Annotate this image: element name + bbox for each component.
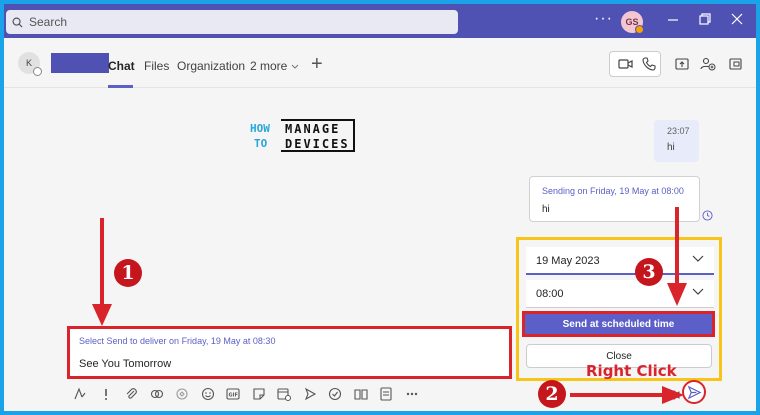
approvals-icon[interactable] [325, 384, 345, 404]
close-window-icon[interactable] [731, 12, 743, 29]
pop-out-icon[interactable] [729, 57, 743, 71]
copilot-icon[interactable] [172, 384, 192, 404]
date-value: 19 May 2023 [536, 255, 600, 267]
teams-window: Search ··· GS K Chat Files Organization … [4, 4, 756, 411]
time-picker[interactable]: 08:00 [526, 280, 714, 308]
important-icon[interactable] [96, 384, 116, 404]
call-button-group [609, 51, 661, 77]
logo-how: HOW [250, 122, 270, 135]
presence-away-icon [635, 25, 644, 34]
schedule-meeting-icon[interactable] [274, 384, 294, 404]
compose-box[interactable]: Select Send to deliver on Friday, 19 May… [67, 326, 512, 379]
tab-active-indicator [108, 85, 133, 88]
video-clip-icon[interactable] [666, 389, 680, 401]
more-apps-icon[interactable] [402, 384, 422, 404]
time-value: 08:00 [536, 288, 564, 300]
title-bar: Search ··· GS [4, 4, 756, 38]
scheduled-message[interactable]: Sending on Friday, 19 May at 08:00 hi [529, 176, 700, 222]
chevron-down-icon [692, 255, 704, 262]
clock-icon [702, 210, 713, 221]
message-text: hi [667, 142, 675, 153]
sent-message[interactable]: 23:07 hi [654, 120, 699, 162]
right-click-label: Right Click [586, 362, 677, 380]
chevron-down-icon [291, 64, 299, 69]
chevron-down-icon [692, 288, 704, 295]
logo-to: TO [254, 137, 268, 150]
send-button[interactable] [682, 380, 706, 404]
logo-devices: DEVICES [285, 137, 350, 151]
send-icon [687, 385, 702, 400]
emoji-icon[interactable] [198, 384, 218, 404]
site-logo: HOW TO MANAGE DEVICES [250, 118, 356, 159]
date-picker[interactable]: 19 May 2023 [526, 247, 714, 275]
tab-more-label: 2 more [250, 59, 288, 73]
minimize-icon[interactable] [667, 12, 679, 29]
presence-offline-icon [33, 67, 42, 76]
format-icon[interactable] [70, 384, 90, 404]
attach-icon[interactable] [121, 384, 141, 404]
sticker-icon[interactable] [249, 384, 269, 404]
schedule-hint: Select Send to deliver on Friday, 19 May… [79, 336, 276, 346]
search-box[interactable]: Search [6, 10, 458, 34]
compose-toolbar: GIF [70, 384, 427, 404]
chat-header: K Chat Files Organization 2 more + [4, 38, 756, 88]
more-options-icon[interactable]: ··· [594, 10, 613, 28]
add-tab-icon[interactable]: + [311, 53, 323, 76]
search-placeholder: Search [29, 15, 68, 29]
scheduled-status: Sending on Friday, 19 May at 08:00 [542, 186, 684, 196]
redacted-contact-name [51, 53, 109, 73]
step-3-badge: 3 [635, 258, 663, 286]
step-1-badge: 1 [114, 259, 142, 287]
search-icon [12, 17, 23, 28]
send-at-scheduled-time-button[interactable]: Send at scheduled time [522, 311, 715, 337]
audio-call-icon[interactable] [642, 57, 656, 71]
restore-icon[interactable] [699, 12, 711, 29]
message-input[interactable]: See You Tomorrow [79, 358, 171, 370]
send-praise-icon[interactable] [300, 384, 320, 404]
logo-manage: MANAGE [285, 122, 340, 136]
loop-icon[interactable] [147, 384, 167, 404]
viva-learning-icon[interactable] [351, 384, 371, 404]
message-time: 23:07 [667, 126, 690, 136]
tab-organization[interactable]: Organization [177, 59, 245, 73]
svg-text:GIF: GIF [229, 393, 238, 399]
step-2-badge: 2 [538, 380, 566, 408]
video-call-icon[interactable] [618, 57, 634, 71]
updates-icon[interactable] [376, 384, 396, 404]
gif-icon[interactable]: GIF [223, 384, 243, 404]
add-people-icon[interactable] [700, 57, 716, 71]
tab-more[interactable]: 2 more [250, 59, 299, 73]
tab-files[interactable]: Files [144, 59, 169, 73]
tab-chat[interactable]: Chat [108, 59, 135, 73]
share-screen-icon[interactable] [675, 57, 689, 71]
scheduled-text: hi [542, 204, 550, 215]
